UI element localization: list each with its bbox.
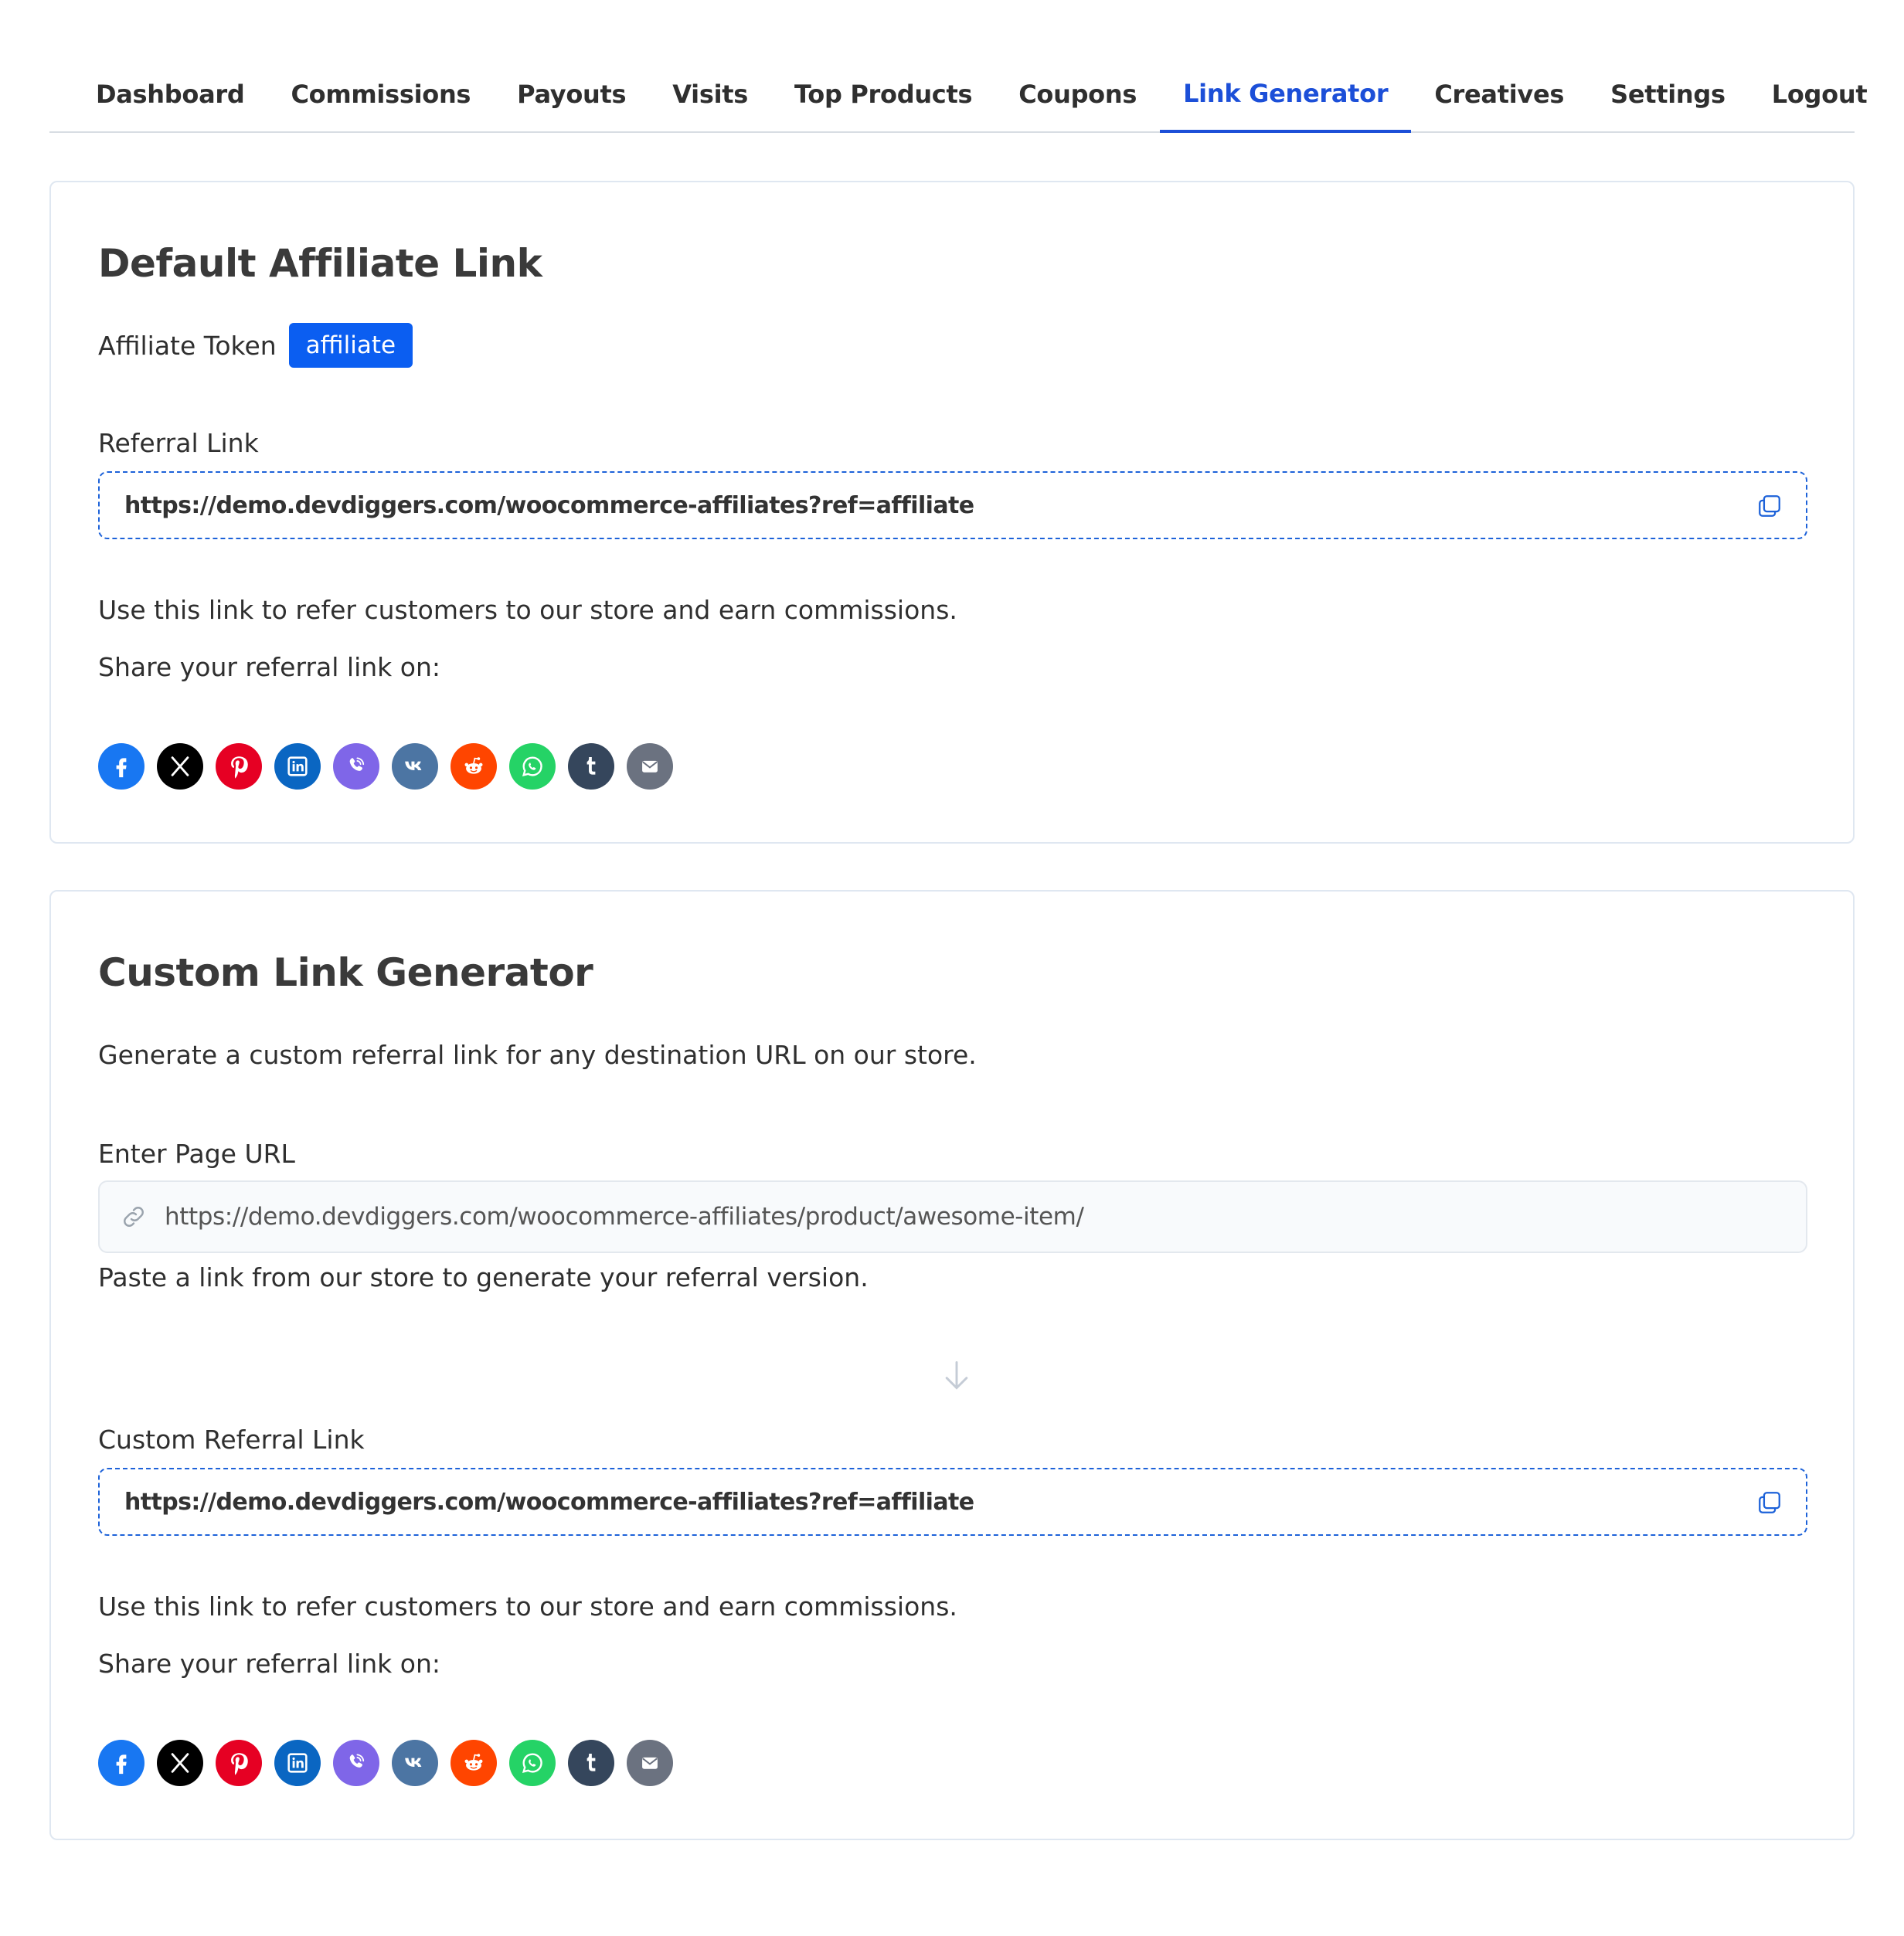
reddit-icon: [464, 1754, 483, 1771]
share-linkedin-button[interactable]: [274, 1740, 321, 1786]
share-email-button[interactable]: [627, 743, 673, 790]
arrow-down-icon: [945, 1361, 968, 1390]
custom-link-generator-card: Custom Link Generator Generate a custom …: [49, 890, 1855, 1840]
custom-help-text: Use this link to refer customers to our …: [98, 1591, 957, 1622]
share-linkedin-button[interactable]: [274, 743, 321, 790]
share-pinterest-button[interactable]: [216, 743, 262, 790]
share-pinterest-button[interactable]: [216, 1740, 262, 1786]
default-affiliate-link-card: Default Affiliate Link Affiliate Token a…: [49, 181, 1855, 844]
share-whatsapp-button[interactable]: [509, 743, 556, 790]
referral-help-text: Use this link to refer customers to our …: [98, 595, 957, 625]
vk-icon: [405, 1758, 422, 1767]
linkedin-icon: [287, 756, 308, 776]
page-url-field[interactable]: [98, 1180, 1807, 1253]
custom-referral-url[interactable]: https://demo.devdiggers.com/woocommerce-…: [124, 1489, 974, 1516]
affiliate-token-label: Affiliate Token: [98, 330, 277, 361]
share-x-button[interactable]: [157, 743, 203, 790]
link-icon: [124, 1207, 144, 1227]
share-vk-button[interactable]: [392, 1740, 438, 1786]
tab-coupons[interactable]: Coupons: [995, 57, 1160, 131]
share-reddit-button[interactable]: [450, 1740, 497, 1786]
referral-link-url[interactable]: https://demo.devdiggers.com/woocommerce-…: [124, 492, 974, 519]
facebook-icon: [116, 1754, 127, 1775]
copy-icon[interactable]: [1756, 1489, 1783, 1516]
tab-creatives[interactable]: Creatives: [1411, 57, 1587, 131]
tumblr-icon: [586, 756, 596, 775]
nav-tabs: Dashboard Commissions Payouts Visits Top…: [49, 57, 1868, 133]
share-facebook-button[interactable]: [98, 743, 144, 790]
custom-referral-label: Custom Referral Link: [98, 1425, 365, 1455]
viber-icon: [349, 757, 365, 771]
affiliate-token-row: Affiliate Token affiliate: [98, 323, 413, 368]
share-x-button[interactable]: [157, 1740, 203, 1786]
x-icon: [171, 756, 189, 776]
pinterest-icon: [231, 756, 248, 779]
whatsapp-icon: [522, 1753, 542, 1774]
share-buttons: [98, 743, 673, 790]
share-reddit-button[interactable]: [450, 743, 497, 790]
email-icon: [642, 1757, 658, 1769]
page-url-label: Enter Page URL: [98, 1139, 295, 1169]
share-whatsapp-button[interactable]: [509, 1740, 556, 1786]
tab-visits[interactable]: Visits: [649, 57, 771, 131]
tab-settings[interactable]: Settings: [1587, 57, 1749, 131]
custom-link-title: Custom Link Generator: [98, 950, 593, 995]
viber-icon: [349, 1754, 365, 1768]
affiliate-token-badge: affiliate: [288, 323, 413, 368]
custom-link-description: Generate a custom referral link for any …: [98, 1040, 977, 1070]
share-label: Share your referral link on:: [98, 652, 440, 682]
share-email-button[interactable]: [627, 1740, 673, 1786]
referral-link-label: Referral Link: [98, 428, 259, 458]
x-icon: [171, 1753, 189, 1773]
page-url-help: Paste a link from our store to generate …: [98, 1262, 869, 1292]
facebook-icon: [116, 758, 127, 778]
page-url-input[interactable]: [165, 1203, 1772, 1231]
reddit-icon: [464, 757, 483, 774]
tumblr-icon: [586, 1753, 596, 1771]
share-vk-button[interactable]: [392, 743, 438, 790]
tab-logout[interactable]: Logout: [1749, 57, 1891, 131]
custom-referral-field[interactable]: https://demo.devdiggers.com/woocommerce-…: [98, 1468, 1807, 1536]
vk-icon: [405, 761, 422, 770]
email-icon: [642, 760, 658, 773]
whatsapp-icon: [522, 756, 542, 777]
tab-link-generator[interactable]: Link Generator: [1160, 57, 1412, 133]
tab-commissions[interactable]: Commissions: [267, 57, 494, 131]
pinterest-icon: [231, 1753, 248, 1775]
tab-payouts[interactable]: Payouts: [494, 57, 649, 131]
custom-share-buttons: [98, 1740, 673, 1786]
share-viber-button[interactable]: [333, 1740, 379, 1786]
referral-link-field[interactable]: https://demo.devdiggers.com/woocommerce-…: [98, 471, 1807, 539]
tab-dashboard[interactable]: Dashboard: [73, 57, 267, 131]
copy-icon[interactable]: [1756, 493, 1783, 519]
default-link-title: Default Affiliate Link: [98, 241, 542, 286]
custom-share-label: Share your referral link on:: [98, 1649, 440, 1679]
share-viber-button[interactable]: [333, 743, 379, 790]
share-tumblr-button[interactable]: [568, 743, 614, 790]
tab-top-products[interactable]: Top Products: [771, 57, 995, 131]
linkedin-icon: [287, 1753, 308, 1773]
share-facebook-button[interactable]: [98, 1740, 144, 1786]
share-tumblr-button[interactable]: [568, 1740, 614, 1786]
